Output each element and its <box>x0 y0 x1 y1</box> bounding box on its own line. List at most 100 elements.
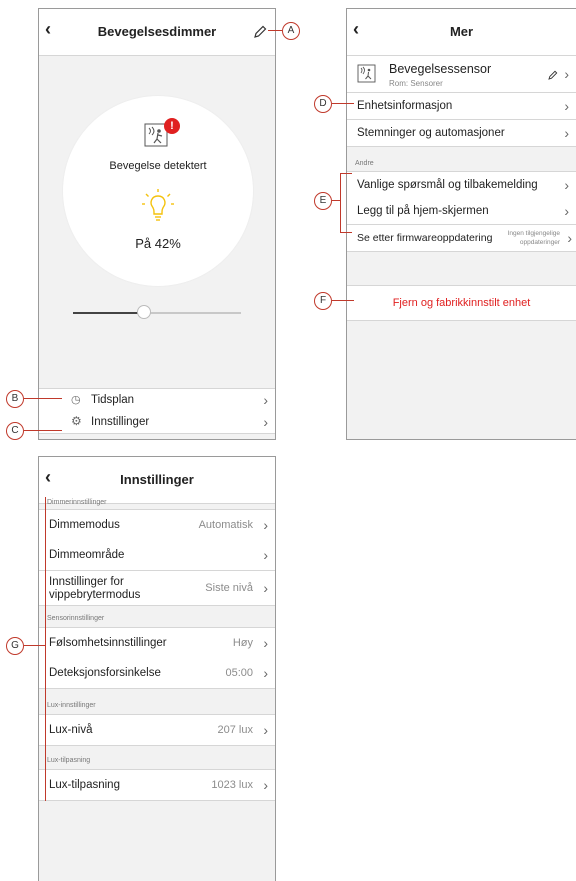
row-dimmeomrade[interactable]: Dimmeområde › <box>39 540 275 571</box>
dimmer-screen: ‹ Bevegelsesdimmer ! Bevegelse detektert <box>38 8 276 440</box>
chevron-right-icon: › <box>263 392 268 408</box>
callout-d: D <box>314 95 332 113</box>
row-faq[interactable]: Vanlige spørsmål og tilbakemelding › <box>347 171 576 199</box>
device-name: Bevegelsessensor <box>389 62 492 76</box>
schedule-label: Tidsplan <box>91 394 135 406</box>
row-label: Enhetsinformasjon <box>357 100 453 112</box>
schedule-row[interactable]: ◷ Tidsplan › <box>39 388 275 412</box>
chevron-right-icon: › <box>564 125 569 141</box>
remove-label: Fjern og fabrikkinnstilt enhet <box>392 297 531 309</box>
row-label: Følsomhetsinnstillinger <box>49 637 167 649</box>
section-lux: Lux-innstillinger <box>47 702 96 709</box>
motion-sensor-icon <box>357 64 376 83</box>
callout-line-e <box>332 200 340 201</box>
row-value: 1023 lux <box>211 779 253 791</box>
row-label: Dimmemodus <box>49 519 120 531</box>
callout-bracket-e <box>340 173 341 232</box>
firmware-status-1: Ingen tilgjengelige <box>507 230 560 237</box>
dimmer-slider[interactable] <box>73 305 241 319</box>
callout-line-b <box>24 398 62 399</box>
light-bulb-icon <box>142 189 174 221</box>
chevron-right-icon: › <box>263 665 268 681</box>
chevron-right-icon[interactable]: › <box>564 66 569 82</box>
slider-thumb[interactable] <box>137 305 151 319</box>
row-value: 05:00 <box>225 667 253 679</box>
callout-bracket-e-bottom <box>340 232 352 233</box>
row-label: Se etter firmwareoppdatering <box>357 232 493 244</box>
dimmer-circle: ! Bevegelse detektert På 42% <box>63 96 253 286</box>
settings-screen: ‹ Innstillinger Dimmerinnstillinger Dimm… <box>38 456 276 881</box>
callout-line-c <box>24 430 62 431</box>
slider-fill <box>73 312 144 314</box>
chevron-right-icon: › <box>564 177 569 193</box>
level-text: På 42% <box>135 236 181 251</box>
firmware-status-2: oppdateringer <box>519 239 560 246</box>
callout-a: A <box>282 22 300 40</box>
row-folsomhet[interactable]: Følsomhetsinnstillinger Høy › <box>39 627 275 659</box>
callout-f: F <box>314 292 332 310</box>
chevron-right-icon: › <box>263 777 268 793</box>
edit-icon[interactable] <box>253 25 267 39</box>
row-value: Høy <box>232 637 253 649</box>
more-header: ‹ Mer <box>347 9 576 56</box>
row-label: Lux-nivå <box>49 724 93 736</box>
more-screen: ‹ Mer Bevegelsessensor Rom: Sensorer › E… <box>346 8 576 440</box>
row-value: Automatisk <box>198 519 253 531</box>
page-title: Mer <box>449 24 474 39</box>
callout-line-a <box>268 30 282 31</box>
row-label: Stemninger og automasjoner <box>357 127 505 139</box>
callout-line-g <box>24 645 45 646</box>
callout-c: C <box>6 422 24 440</box>
row-label: Vanlige spørsmål og tilbakemelding <box>357 179 538 191</box>
section-sensor: Sensorinnstillinger <box>47 615 105 622</box>
chevron-right-icon: › <box>263 580 268 596</box>
callout-line-d <box>332 103 354 104</box>
callout-b: B <box>6 390 24 408</box>
chevron-right-icon: › <box>564 203 569 219</box>
row-label-line1: Innstillinger for <box>49 576 124 588</box>
device-card: Bevegelsessensor Rom: Sensorer › <box>347 56 576 93</box>
chevron-right-icon: › <box>263 517 268 533</box>
row-label: Legg til på hjem-skjermen <box>357 205 489 217</box>
section-luxtilp: Lux-tilpasning <box>47 757 91 764</box>
section-other: Andre <box>355 160 374 167</box>
row-label: Deteksjonsforsinkelse <box>49 667 161 679</box>
row-device-info[interactable]: Enhetsinformasjon › <box>347 93 576 120</box>
row-moments[interactable]: Stemninger og automasjoner › <box>347 120 576 147</box>
chevron-right-icon: › <box>263 635 268 651</box>
chevron-right-icon: › <box>263 722 268 738</box>
row-value: 207 lux <box>217 724 253 736</box>
callout-bracket-g <box>45 497 46 801</box>
row-vippebryter[interactable]: Innstillinger for vippebrytermodus Siste… <box>39 571 275 606</box>
settings-row[interactable]: ⚙ Innstillinger › <box>39 411 275 434</box>
edit-icon[interactable] <box>548 70 558 80</box>
page-title: Innstillinger <box>120 472 194 487</box>
row-dimmemodus[interactable]: Dimmemodus Automatisk › <box>39 509 275 541</box>
row-firmware[interactable]: Se etter firmwareoppdatering Ingen tilgj… <box>347 225 576 252</box>
remove-device-button[interactable]: Fjern og fabrikkinnstilt enhet <box>347 285 576 321</box>
motion-status-text: Bevegelse detektert <box>109 160 207 172</box>
clock-icon: ◷ <box>71 394 81 406</box>
row-value: Siste nivå <box>205 582 253 594</box>
device-room: Rom: Sensorer <box>389 79 443 88</box>
page-title: Bevegelsesdimmer <box>97 24 217 39</box>
row-add-home[interactable]: Legg til på hjem-skjermen › <box>347 198 576 225</box>
row-luxniva[interactable]: Lux-nivå 207 lux › <box>39 714 275 746</box>
callout-e: E <box>314 192 332 210</box>
alert-badge: ! <box>164 118 180 134</box>
dimmer-header: ‹ Bevegelsesdimmer <box>39 9 275 56</box>
callout-line-f <box>332 300 354 301</box>
row-deteksjon[interactable]: Deteksjonsforsinkelse 05:00 › <box>39 658 275 689</box>
row-label: Lux-tilpasning <box>49 779 120 791</box>
callout-bracket-e-top <box>340 173 352 174</box>
row-label: Dimmeområde <box>49 549 125 561</box>
chevron-right-icon: › <box>564 98 569 114</box>
settings-header: ‹ Innstillinger <box>39 457 275 504</box>
chevron-right-icon: › <box>263 547 268 563</box>
section-dimmer: Dimmerinnstillinger <box>47 499 107 506</box>
row-luxtilpasning[interactable]: Lux-tilpasning 1023 lux › <box>39 769 275 801</box>
row-label-line2: vippebrytermodus <box>49 589 141 601</box>
chevron-right-icon: › <box>567 230 572 246</box>
gear-icon: ⚙ <box>71 414 82 428</box>
settings-label: Innstillinger <box>91 416 150 428</box>
